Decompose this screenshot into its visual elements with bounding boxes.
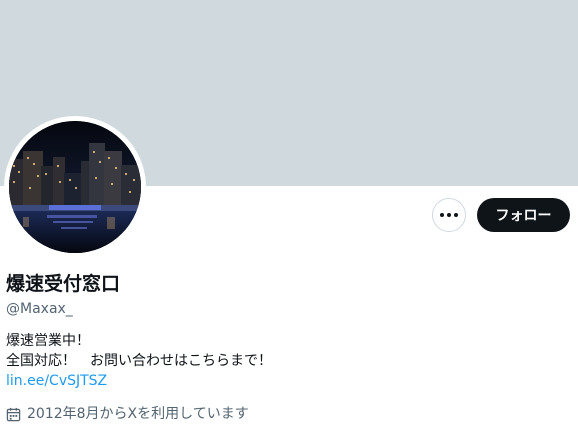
profile-page: フォロー 爆速受付窓口 @Maxax_ 爆速営業中！ 全国対応！ お問い合わせは… — [0, 0, 578, 435]
calendar-icon — [6, 407, 21, 421]
display-name: 爆速受付窓口 — [6, 273, 121, 295]
user-handle: @Maxax_ — [6, 301, 73, 317]
follow-button[interactable]: フォロー — [477, 198, 570, 232]
bio-link[interactable]: lin.ee/CvSJTSZ — [6, 371, 272, 391]
avatar[interactable] — [9, 121, 141, 253]
joined-date: 2012年8月からXを利用しています — [6, 404, 249, 424]
profile-bio: 爆速営業中！ 全国対応！ お問い合わせはこちらまで！ lin.ee/CvSJTS… — [6, 331, 272, 391]
bio-line: 爆速営業中！ — [6, 333, 90, 349]
more-horizontal-icon — [440, 213, 458, 217]
more-options-button[interactable] — [432, 198, 466, 232]
bio-line: 全国対応！ お問い合わせはこちらまで！ — [6, 353, 272, 369]
joined-text: 2012年8月からXを利用しています — [27, 406, 249, 422]
avatar-city-night-image — [9, 121, 141, 253]
